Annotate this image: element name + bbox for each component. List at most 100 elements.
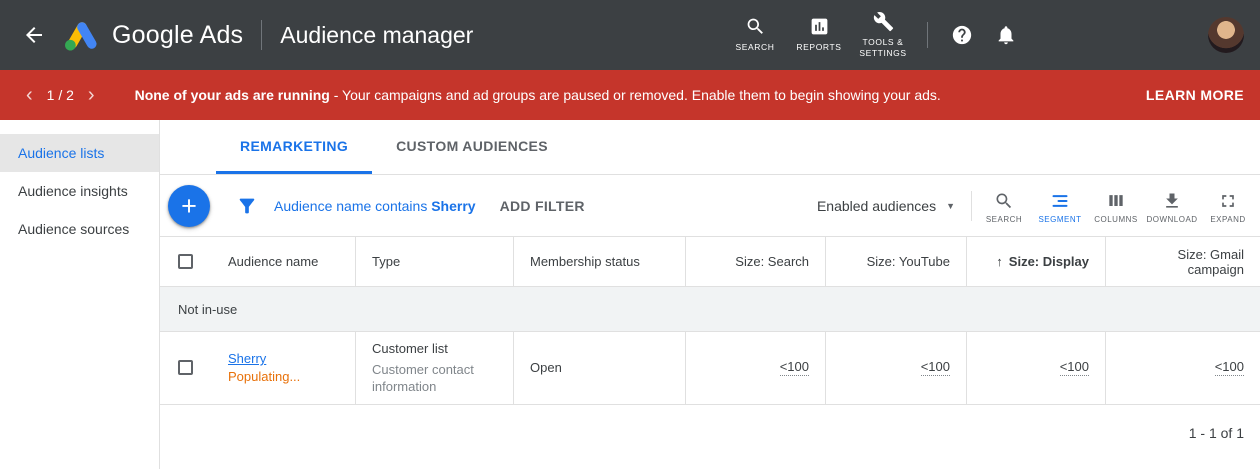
header-size-youtube[interactable]: Size: YouTube — [826, 237, 967, 286]
filter-label: Audience name contains — [274, 198, 427, 214]
notification-banner: ‹ 1 / 2 › None of your ads are running -… — [0, 70, 1260, 120]
download-button[interactable]: DOWNLOAD — [1144, 187, 1200, 224]
download-label: DOWNLOAD — [1146, 215, 1197, 224]
pager-label: 1 / 2 — [47, 87, 74, 103]
topbar-left: Google Ads Audience manager — [22, 20, 473, 51]
type-detail: Customer contact information — [372, 361, 497, 396]
audience-name-link[interactable]: Sherry — [228, 351, 300, 366]
pager-prev-icon[interactable]: ‹ — [16, 85, 43, 105]
header-size-gmail[interactable]: Size: Gmail campaign — [1106, 237, 1260, 286]
sort-ascending-icon: ↑ — [996, 254, 1003, 269]
size-display-cell: <100 — [967, 332, 1106, 404]
search-icon — [994, 191, 1014, 211]
audience-filter-value: Enabled audiences — [817, 198, 936, 214]
sidebar-item-audience-sources[interactable]: Audience sources — [0, 210, 159, 248]
add-audience-button[interactable]: + — [168, 185, 210, 227]
size-display-value[interactable]: <100 — [1060, 359, 1089, 376]
toolbar-divider — [971, 191, 972, 221]
pagination-label: 1 - 1 of 1 — [1189, 425, 1244, 441]
table-search-button[interactable]: SEARCH — [976, 187, 1032, 224]
learn-more-button[interactable]: LEARN MORE — [1146, 87, 1244, 103]
banner-message-rest: - Your campaigns and ad groups are pause… — [330, 87, 941, 103]
tab-bar: REMARKETING CUSTOM AUDIENCES — [160, 120, 1260, 175]
table-search-label: SEARCH — [986, 215, 1022, 224]
audience-name-cell: Sherry Populating... — [212, 332, 356, 404]
expand-button[interactable]: EXPAND — [1200, 187, 1256, 224]
row-checkbox[interactable] — [178, 360, 193, 375]
filter-funnel-icon[interactable] — [236, 195, 258, 217]
membership-status-value: Open — [530, 360, 562, 375]
google-ads-logo-icon — [64, 20, 100, 51]
brand-name: Google Ads — [112, 21, 243, 50]
avatar[interactable] — [1208, 17, 1244, 53]
sidebar-item-audience-insights[interactable]: Audience insights — [0, 172, 159, 210]
header-size-search[interactable]: Size: Search — [686, 237, 826, 286]
size-search-cell: <100 — [686, 332, 826, 404]
type-cell: Customer list Customer contact informati… — [356, 332, 514, 404]
topbar-divider — [261, 20, 262, 50]
header-checkbox-cell — [160, 237, 212, 286]
table-group-row: Not in-use — [160, 287, 1260, 332]
banner-message-bold: None of your ads are running — [135, 87, 330, 103]
size-gmail-cell: <100 — [1106, 332, 1260, 404]
select-all-checkbox[interactable] — [178, 254, 193, 269]
notifications-bell-icon[interactable] — [984, 15, 1028, 55]
topbar-right-divider — [927, 22, 928, 48]
size-gmail-value[interactable]: <100 — [1215, 359, 1244, 376]
page-title: Audience manager — [280, 22, 473, 49]
content: Audience lists Audience insights Audienc… — [0, 120, 1260, 469]
chevron-down-icon: ▼ — [946, 201, 955, 211]
segment-icon — [1050, 191, 1070, 211]
header-membership-status[interactable]: Membership status — [514, 237, 686, 286]
topbar-search-button[interactable]: SEARCH — [723, 16, 787, 53]
type-value: Customer list — [372, 340, 497, 358]
tab-remarketing[interactable]: REMARKETING — [216, 120, 372, 174]
active-filter-chip[interactable]: Audience name contains Sherry — [274, 198, 476, 214]
topbar-reports-button[interactable]: REPORTS — [787, 16, 851, 53]
search-icon — [745, 16, 766, 37]
size-youtube-cell: <100 — [826, 332, 967, 404]
banner-message: None of your ads are running - Your camp… — [135, 87, 1130, 103]
help-icon[interactable] — [940, 15, 984, 55]
topbar-reports-label: REPORTS — [796, 42, 841, 53]
membership-status-cell: Open — [514, 332, 686, 404]
expand-icon — [1218, 191, 1238, 211]
sidebar-item-audience-lists[interactable]: Audience lists — [0, 134, 159, 172]
back-arrow-icon[interactable] — [22, 23, 46, 47]
columns-button[interactable]: COLUMNS — [1088, 187, 1144, 224]
wrench-icon — [873, 11, 894, 32]
download-icon — [1162, 191, 1182, 211]
add-filter-button[interactable]: ADD FILTER — [500, 198, 585, 214]
topbar: Google Ads Audience manager SEARCH REPOR… — [0, 0, 1260, 70]
group-label: Not in-use — [178, 302, 237, 317]
table-footer: 1 - 1 of 1 — [160, 405, 1260, 441]
tab-custom-audiences[interactable]: CUSTOM AUDIENCES — [372, 120, 572, 174]
sidebar: Audience lists Audience insights Audienc… — [0, 120, 160, 469]
segment-button[interactable]: SEGMENT — [1032, 187, 1088, 224]
toolbar: + Audience name contains Sherry ADD FILT… — [160, 175, 1260, 237]
columns-label: COLUMNS — [1094, 215, 1138, 224]
topbar-tools-settings-button[interactable]: TOOLS & SETTINGS — [851, 11, 915, 60]
populating-status: Populating... — [228, 369, 300, 384]
table-header: Audience name Type Membership status Siz… — [160, 237, 1260, 287]
main-panel: REMARKETING CUSTOM AUDIENCES + Audience … — [160, 120, 1260, 469]
row-checkbox-cell — [160, 332, 212, 404]
topbar-tools-settings-label: TOOLS & SETTINGS — [851, 37, 915, 60]
filter-value: Sherry — [431, 198, 475, 214]
size-search-value[interactable]: <100 — [780, 359, 809, 376]
expand-label: EXPAND — [1210, 215, 1245, 224]
table-row: Sherry Populating... Customer list Custo… — [160, 332, 1260, 405]
columns-icon — [1106, 191, 1126, 211]
audience-filter-dropdown[interactable]: Enabled audiences ▼ — [817, 198, 955, 214]
pager-next-icon[interactable]: › — [78, 85, 105, 105]
segment-label: SEGMENT — [1038, 215, 1081, 224]
header-size-display[interactable]: ↑ Size: Display — [967, 237, 1106, 286]
size-youtube-value[interactable]: <100 — [921, 359, 950, 376]
topbar-search-label: SEARCH — [735, 42, 774, 53]
header-audience-name[interactable]: Audience name — [212, 237, 356, 286]
header-size-display-label: Size: Display — [1009, 254, 1089, 269]
bar-chart-icon — [809, 16, 830, 37]
banner-pager: ‹ 1 / 2 › — [16, 85, 105, 105]
topbar-right: SEARCH REPORTS TOOLS & SETTINGS — [723, 11, 1244, 60]
header-type[interactable]: Type — [356, 237, 514, 286]
